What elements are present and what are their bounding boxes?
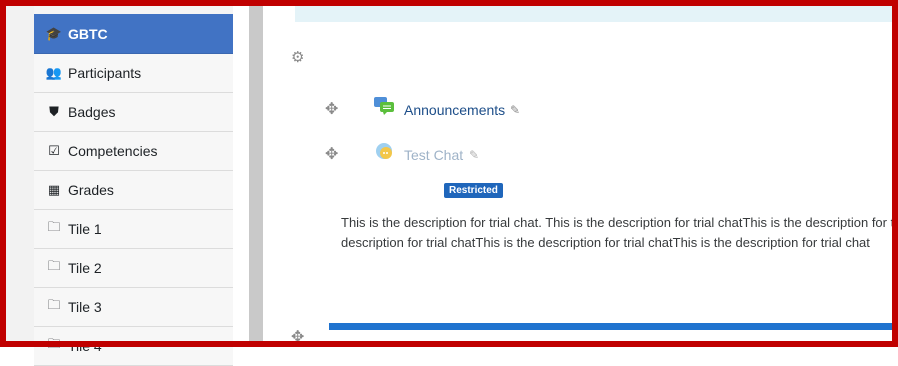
sidebar-gap (233, 0, 249, 347)
folder-icon: 🗀 (47, 258, 61, 273)
pencil-icon[interactable]: ✎ (510, 103, 520, 117)
move-icon[interactable]: ✥ (325, 99, 338, 119)
sidebar-item-competencies[interactable]: ☑ Competencies (34, 132, 233, 171)
move-icon[interactable]: ✥ (325, 144, 338, 164)
table-icon: ▦ (47, 182, 61, 197)
users-icon: 👥 (45, 65, 63, 80)
move-icon[interactable]: ✥ (291, 327, 304, 347)
section-header-strip (295, 0, 898, 22)
activity-description: This is the description for trial chat. … (341, 213, 898, 253)
sidebar-item-label: Participants (68, 65, 142, 81)
sidebar-item-tile-2[interactable]: 🗀 Tile 2 (34, 249, 233, 288)
left-gutter (0, 0, 34, 347)
shield-icon: ⛊ (49, 104, 59, 119)
test-chat-link[interactable]: Test Chat (404, 147, 463, 163)
next-section-bar (329, 323, 898, 330)
sidebar-item-label: Tile 2 (68, 260, 102, 276)
gear-icon[interactable]: ⚙ (291, 48, 304, 66)
chat-icon (374, 142, 396, 165)
folder-icon: 🗀 (47, 336, 61, 351)
sidebar-item-label: Grades (68, 182, 114, 198)
announcements-link[interactable]: Announcements (404, 102, 505, 118)
sidebar-item-tile-1[interactable]: 🗀 Tile 1 (34, 210, 233, 249)
course-sidebar: 🎓 GBTC 👥 Participants ⛊ Badges ☑ Compete… (34, 0, 234, 366)
checkbox-icon: ☑ (48, 143, 60, 158)
sidebar-item-grades[interactable]: ▦ Grades (34, 171, 233, 210)
restricted-badge: Restricted (444, 183, 503, 198)
pencil-icon[interactable]: ✎ (469, 148, 479, 162)
sidebar-item-label: Competencies (68, 143, 158, 159)
sidebar-item-label: GBTC (68, 25, 108, 42)
scrollbar[interactable] (249, 0, 263, 347)
sidebar-item-label: Badges (68, 104, 116, 120)
sidebar-item-label: Tile 4 (68, 338, 102, 354)
sidebar-item-gbtc[interactable]: 🎓 GBTC (34, 14, 233, 54)
sidebar-item-badges[interactable]: ⛊ Badges (34, 93, 233, 132)
folder-icon: 🗀 (47, 297, 61, 312)
description-line: This is the description for trial chat. … (341, 215, 898, 230)
sidebar-item-tile-3[interactable]: 🗀 Tile 3 (34, 288, 233, 327)
sidebar-item-label: Tile 1 (68, 221, 102, 237)
folder-icon: 🗀 (47, 219, 61, 234)
forum-icon (373, 96, 395, 119)
sidebar-item-label: Tile 3 (68, 299, 102, 315)
sidebar-item-participants[interactable]: 👥 Participants (34, 54, 233, 93)
graduation-cap-icon: 🎓 (45, 25, 63, 41)
description-line: description for trial chatThis is the de… (341, 235, 870, 250)
